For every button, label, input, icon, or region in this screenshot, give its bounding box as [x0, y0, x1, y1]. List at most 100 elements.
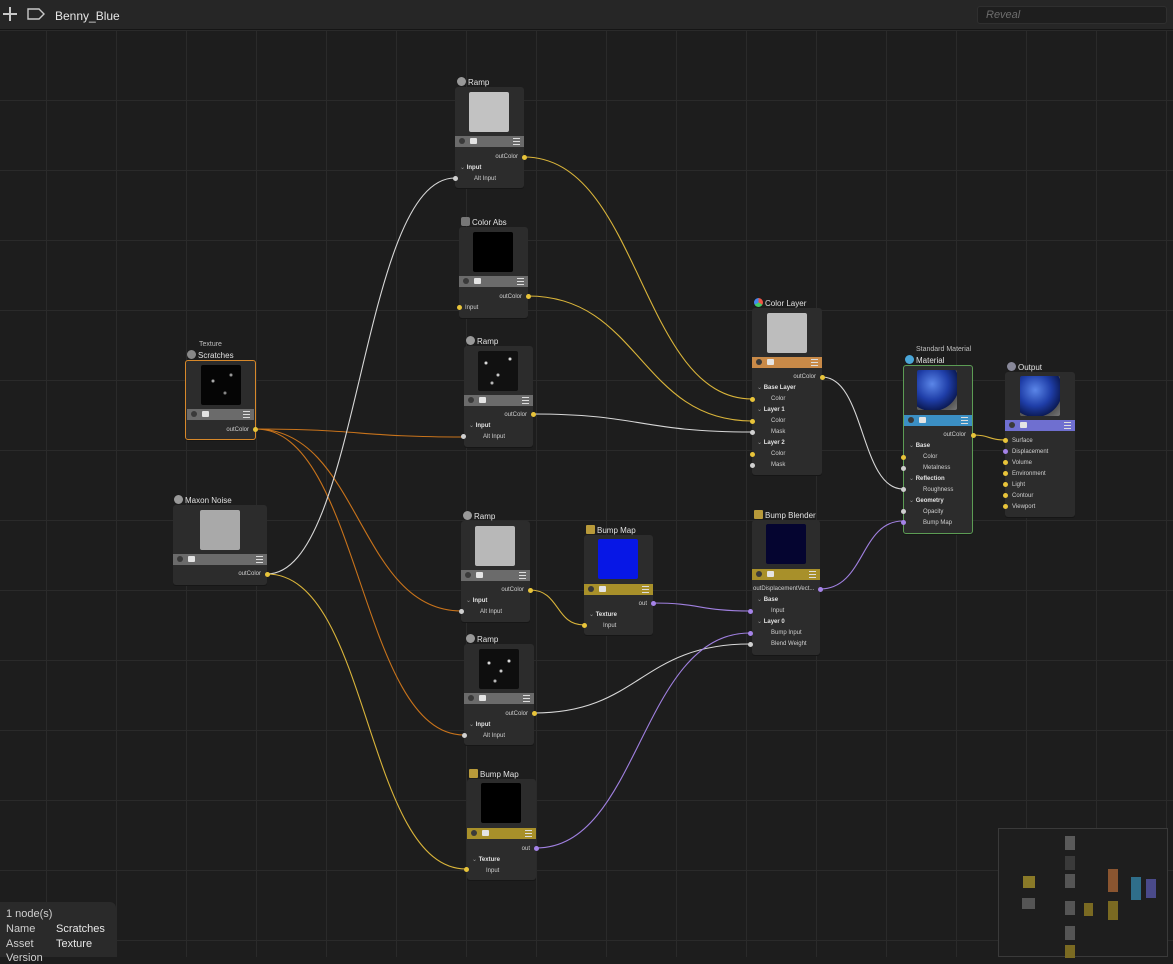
port-dot[interactable] [971, 433, 976, 438]
node-toolbar[interactable] [187, 409, 254, 420]
port-dot[interactable] [1003, 471, 1008, 476]
port-dot[interactable] [1003, 460, 1008, 465]
port-dot[interactable] [453, 176, 458, 181]
node-toolbar[interactable] [461, 570, 530, 581]
node-toolbar[interactable] [584, 584, 653, 595]
node-preview [917, 370, 957, 410]
section-base-layer[interactable]: Base Layer [757, 384, 796, 392]
section-geometry[interactable]: Geometry [909, 497, 944, 505]
node-toolbar[interactable] [459, 276, 528, 287]
port-dot[interactable] [461, 434, 466, 439]
minimap-node [1065, 856, 1075, 870]
section-texture[interactable]: Texture [472, 856, 500, 864]
section-input[interactable]: Input [469, 721, 491, 729]
port-dot[interactable] [901, 455, 906, 460]
node-color-abs[interactable]: outColor Input [459, 227, 528, 318]
port-dot[interactable] [901, 466, 906, 471]
section-layer-2[interactable]: Layer 2 [757, 439, 785, 447]
reveal-search-input[interactable] [977, 6, 1167, 24]
node-toolbar[interactable] [752, 569, 820, 580]
node-ramp-3[interactable]: outColor Input Alt Input [461, 521, 530, 622]
section-input[interactable]: Input [466, 597, 488, 605]
node-toolbar[interactable] [467, 828, 536, 839]
node-maxon-noise[interactable]: outColor [173, 505, 267, 585]
port-dot[interactable] [651, 601, 656, 606]
node-toolbar[interactable] [455, 136, 524, 147]
port-dot[interactable] [901, 509, 906, 514]
color-abs-icon [461, 217, 470, 226]
port-dot[interactable] [582, 623, 587, 628]
port-alt-input: Alt Input [483, 434, 506, 440]
node-ramp-2[interactable]: outColor Input Alt Input [464, 346, 533, 447]
port-dot[interactable] [748, 631, 753, 636]
port-dot[interactable] [818, 587, 823, 592]
port-dot[interactable] [1003, 438, 1008, 443]
node-canvas[interactable] [0, 30, 1173, 957]
port-contour: Contour [1012, 493, 1034, 499]
node-ramp-4[interactable]: outColor Input Alt Input [464, 644, 534, 745]
section-base[interactable]: Base [757, 596, 778, 604]
port-dot[interactable] [253, 427, 258, 432]
port-dot[interactable] [901, 487, 906, 492]
tag-icon[interactable] [27, 8, 45, 20]
port-bump-input: Bump Input [771, 630, 802, 636]
section-layer-1[interactable]: Layer 1 [757, 406, 785, 414]
port-dot[interactable] [459, 609, 464, 614]
port-dot[interactable] [265, 572, 270, 577]
port-input: Input [486, 868, 500, 874]
node-preview [766, 524, 806, 564]
port-dot[interactable] [462, 733, 467, 738]
port-dot[interactable] [1003, 493, 1008, 498]
breadcrumb[interactable]: Benny_Blue [55, 9, 120, 23]
node-color-layer[interactable]: outColor Base Layer Color Layer 1 Color … [752, 308, 822, 475]
port-dot[interactable] [750, 419, 755, 424]
node-ramp-1[interactable]: outColor Input Alt Input [455, 87, 524, 188]
ramp-icon [466, 336, 475, 345]
node-toolbar[interactable] [1005, 420, 1075, 431]
port-dot[interactable] [820, 375, 825, 380]
port-dot[interactable] [522, 155, 527, 160]
section-reflection[interactable]: Reflection [909, 475, 945, 483]
port-dot[interactable] [534, 846, 539, 851]
minimap-node [1065, 926, 1075, 940]
port-dot[interactable] [464, 867, 469, 872]
port-dot[interactable] [1003, 482, 1008, 487]
port-dot[interactable] [750, 397, 755, 402]
port-dot[interactable] [1003, 504, 1008, 509]
color-layer-icon [754, 298, 763, 307]
port-dot[interactable] [748, 642, 753, 647]
section-input[interactable]: Input [469, 422, 491, 430]
node-toolbar[interactable] [752, 357, 822, 368]
port-dot[interactable] [750, 452, 755, 457]
section-input[interactable]: Input [460, 164, 482, 172]
port-dot[interactable] [526, 294, 531, 299]
node-preview [201, 365, 241, 405]
node-output[interactable]: Surface Displacement Volume Environment … [1005, 372, 1075, 517]
port-dot[interactable] [748, 609, 753, 614]
bump-map-icon [586, 525, 595, 534]
port-dot[interactable] [750, 463, 755, 468]
node-toolbar[interactable] [904, 415, 972, 426]
node-preview [473, 232, 513, 272]
section-texture[interactable]: Texture [589, 611, 617, 619]
node-material[interactable]: outColor Base Color Metalness Reflection… [903, 365, 973, 534]
port-displacement: Displacement [1012, 449, 1049, 455]
add-icon[interactable] [3, 7, 17, 21]
port-dot[interactable] [901, 520, 906, 525]
node-bump-blender[interactable]: outDisplacementVect... Base Input Layer … [752, 520, 820, 655]
minimap[interactable] [998, 828, 1168, 958]
port-dot[interactable] [532, 711, 537, 716]
port-dot[interactable] [528, 588, 533, 593]
port-dot[interactable] [750, 430, 755, 435]
port-dot[interactable] [1003, 449, 1008, 454]
node-bump-map-1[interactable]: out Texture Input [584, 535, 653, 635]
port-dot[interactable] [457, 305, 462, 310]
node-toolbar[interactable] [464, 693, 534, 704]
port-dot[interactable] [531, 412, 536, 417]
node-toolbar[interactable] [464, 395, 533, 406]
node-scratches[interactable]: outColor [185, 360, 256, 440]
section-layer-0[interactable]: Layer 0 [757, 618, 785, 626]
node-bump-map-2[interactable]: out Texture Input [467, 779, 536, 880]
node-toolbar[interactable] [173, 554, 267, 565]
section-base[interactable]: Base [909, 442, 930, 450]
